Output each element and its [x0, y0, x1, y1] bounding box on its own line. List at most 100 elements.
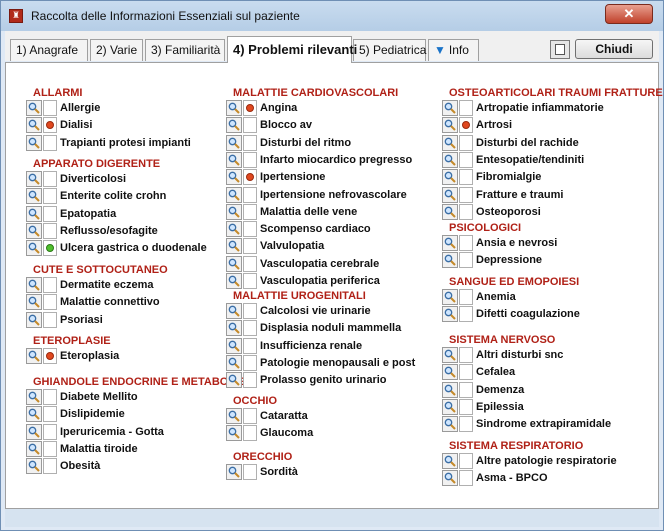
status-slot[interactable] [43, 389, 57, 405]
search-icon[interactable] [26, 389, 42, 405]
status-slot[interactable] [243, 464, 257, 480]
search-icon[interactable] [442, 187, 458, 203]
search-icon[interactable] [26, 240, 42, 256]
search-icon[interactable] [26, 406, 42, 422]
status-slot[interactable] [459, 117, 473, 133]
search-icon[interactable] [226, 100, 242, 116]
status-slot[interactable] [243, 221, 257, 237]
status-slot[interactable] [243, 135, 257, 151]
search-icon[interactable] [442, 416, 458, 432]
search-icon[interactable] [226, 204, 242, 220]
search-icon[interactable] [226, 355, 242, 371]
status-slot[interactable] [243, 355, 257, 371]
search-icon[interactable] [26, 223, 42, 239]
status-slot[interactable] [43, 188, 57, 204]
status-slot[interactable] [43, 441, 57, 457]
search-icon[interactable] [442, 204, 458, 220]
status-slot[interactable] [43, 223, 57, 239]
search-icon[interactable] [226, 338, 242, 354]
status-slot[interactable] [459, 399, 473, 415]
status-slot[interactable] [459, 100, 473, 116]
search-icon[interactable] [226, 238, 242, 254]
status-slot[interactable] [459, 347, 473, 363]
search-icon[interactable] [442, 235, 458, 251]
search-icon[interactable] [26, 277, 42, 293]
tab-info[interactable]: ▼ Info [428, 39, 479, 61]
status-slot[interactable] [43, 171, 57, 187]
search-icon[interactable] [26, 135, 42, 151]
search-icon[interactable] [226, 152, 242, 168]
search-icon[interactable] [442, 117, 458, 133]
tab-varie[interactable]: 2) Varie [90, 39, 143, 61]
status-slot[interactable] [43, 458, 57, 474]
chiudi-button[interactable]: Chiudi [575, 39, 653, 59]
search-icon[interactable] [26, 424, 42, 440]
status-slot[interactable] [243, 338, 257, 354]
search-icon[interactable] [442, 135, 458, 151]
search-icon[interactable] [442, 152, 458, 168]
status-slot[interactable] [43, 424, 57, 440]
search-icon[interactable] [226, 169, 242, 185]
status-slot[interactable] [459, 453, 473, 469]
status-slot[interactable] [243, 152, 257, 168]
search-icon[interactable] [442, 252, 458, 268]
status-slot[interactable] [243, 273, 257, 289]
status-slot[interactable] [459, 152, 473, 168]
status-slot[interactable] [243, 372, 257, 388]
status-slot[interactable] [243, 169, 257, 185]
search-icon[interactable] [226, 303, 242, 319]
search-icon[interactable] [26, 441, 42, 457]
status-slot[interactable] [243, 204, 257, 220]
status-slot[interactable] [243, 238, 257, 254]
calculator-button[interactable] [550, 40, 570, 59]
search-icon[interactable] [442, 347, 458, 363]
search-icon[interactable] [226, 256, 242, 272]
search-icon[interactable] [442, 382, 458, 398]
status-slot[interactable] [459, 235, 473, 251]
search-icon[interactable] [26, 117, 42, 133]
search-icon[interactable] [442, 364, 458, 380]
search-icon[interactable] [26, 294, 42, 310]
search-icon[interactable] [442, 289, 458, 305]
status-slot[interactable] [43, 312, 57, 328]
search-icon[interactable] [442, 453, 458, 469]
search-icon[interactable] [26, 312, 42, 328]
status-slot[interactable] [243, 187, 257, 203]
status-slot[interactable] [43, 348, 57, 364]
search-icon[interactable] [442, 399, 458, 415]
window-close-button[interactable]: ✕ [605, 4, 653, 24]
status-slot[interactable] [43, 135, 57, 151]
search-icon[interactable] [26, 458, 42, 474]
search-icon[interactable] [226, 320, 242, 336]
search-icon[interactable] [226, 187, 242, 203]
search-icon[interactable] [26, 188, 42, 204]
status-slot[interactable] [459, 135, 473, 151]
search-icon[interactable] [226, 135, 242, 151]
status-slot[interactable] [243, 320, 257, 336]
status-slot[interactable] [43, 100, 57, 116]
search-icon[interactable] [226, 221, 242, 237]
status-slot[interactable] [459, 289, 473, 305]
status-slot[interactable] [459, 364, 473, 380]
status-slot[interactable] [459, 252, 473, 268]
tab-anagrafe[interactable]: 1) Anagrafe [10, 39, 88, 61]
search-icon[interactable] [26, 171, 42, 187]
tab-familiarita[interactable]: 3) Familiarità [145, 39, 225, 61]
status-slot[interactable] [43, 406, 57, 422]
status-slot[interactable] [459, 169, 473, 185]
status-slot[interactable] [459, 187, 473, 203]
status-slot[interactable] [43, 206, 57, 222]
status-slot[interactable] [43, 240, 57, 256]
search-icon[interactable] [226, 464, 242, 480]
status-slot[interactable] [43, 294, 57, 310]
status-slot[interactable] [243, 425, 257, 441]
search-icon[interactable] [442, 100, 458, 116]
title-bar[interactable]: ♜ Raccolta delle Informazioni Essenziali… [1, 1, 663, 31]
status-slot[interactable] [243, 408, 257, 424]
status-slot[interactable] [459, 416, 473, 432]
status-slot[interactable] [243, 256, 257, 272]
search-icon[interactable] [442, 306, 458, 322]
search-icon[interactable] [226, 425, 242, 441]
status-slot[interactable] [243, 303, 257, 319]
search-icon[interactable] [442, 169, 458, 185]
